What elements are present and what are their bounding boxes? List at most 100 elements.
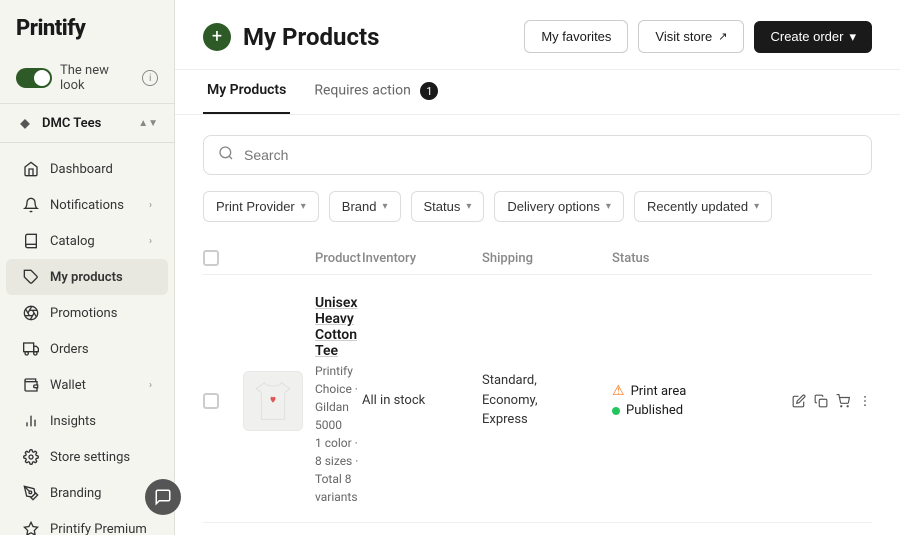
store-chevron-icon: ▲▼ (138, 118, 158, 129)
wallet-icon (22, 376, 40, 394)
sidebar-item-branding-label: Branding (50, 486, 152, 501)
store-icon: ◆ (16, 114, 34, 132)
row1-product-details: Unisex Heavy Cotton Tee Printify Choice … (315, 295, 362, 506)
app-logo: Printify (16, 16, 85, 41)
settings-icon (22, 448, 40, 466)
toggle-switch[interactable] (16, 68, 52, 88)
tab-requires-action[interactable]: Requires action 1 (310, 70, 442, 114)
sidebar-item-catalog-label: Catalog (50, 234, 139, 249)
row1-actions (792, 387, 872, 415)
store-name-label: DMC Tees (42, 116, 101, 131)
search-icon (218, 145, 234, 165)
visit-store-label: Visit store (655, 29, 712, 44)
filter-status-label: Status (424, 199, 461, 214)
row1-checkbox[interactable] (203, 393, 219, 409)
notifications-chevron-icon: › (149, 200, 152, 211)
store-name-container: ◆ DMC Tees (16, 114, 101, 132)
products-content: Print Provider ▾ Brand ▾ Status ▾ Delive… (175, 115, 900, 535)
sidebar-item-notifications[interactable]: Notifications › (6, 187, 168, 223)
row1-status: ⚠ Print area Published (612, 383, 792, 418)
th-status: Status (612, 251, 792, 266)
requires-action-badge: 1 (420, 82, 438, 100)
filter-recently-updated[interactable]: Recently updated ▾ (634, 191, 772, 222)
search-input[interactable] (244, 147, 857, 163)
row1-product-name[interactable]: Unisex Heavy Cotton Tee (315, 295, 362, 359)
row1-shipping: Standard, Economy, Express (482, 371, 612, 430)
new-look-label: The new look (60, 63, 134, 93)
filter-delivery-options[interactable]: Delivery options ▾ (494, 191, 624, 222)
filter-print-provider-label: Print Provider (216, 199, 295, 214)
store-selector[interactable]: ◆ DMC Tees ▲▼ (0, 103, 174, 143)
sidebar-item-printify-premium-label: Printify Premium (50, 522, 152, 535)
table-row: Unisex Heavy Cotton Tee Printify Choice … (203, 279, 872, 523)
sidebar-item-branding[interactable]: Branding (6, 475, 168, 511)
published-dot-icon (612, 407, 620, 415)
bell-icon (22, 196, 40, 214)
sidebar-item-wallet[interactable]: Wallet › (6, 367, 168, 403)
insights-icon (22, 412, 40, 430)
sidebar-item-promotions-label: Promotions (50, 306, 152, 321)
sidebar-item-dashboard-label: Dashboard (50, 162, 152, 177)
create-order-label: Create order (770, 29, 843, 44)
row1-product-meta: Printify Choice · Gildan 5000 1 color · … (315, 362, 362, 506)
row1-inventory: All in stock (362, 393, 482, 408)
sidebar-item-catalog[interactable]: Catalog › (6, 223, 168, 259)
filter-recently-updated-label: Recently updated (647, 199, 748, 214)
filter-brand[interactable]: Brand ▾ (329, 191, 401, 222)
tab-my-products-label: My Products (207, 82, 286, 98)
page-header: + My Products My favorites Visit store ↗… (175, 0, 900, 70)
delivery-options-chevron-icon: ▾ (606, 201, 611, 212)
row1-meta-line2: 1 color · 8 sizes · Total 8 variants (315, 436, 358, 504)
sidebar-item-store-settings[interactable]: Store settings (6, 439, 168, 475)
add-product-button[interactable]: + (203, 23, 231, 51)
page-title: My Products (243, 23, 512, 51)
filters-bar: Print Provider ▾ Brand ▾ Status ▾ Delive… (203, 191, 872, 222)
sidebar-item-insights-label: Insights (50, 414, 152, 429)
chat-bubble-button[interactable] (145, 479, 181, 515)
my-favorites-button[interactable]: My favorites (524, 20, 628, 53)
catalog-icon (22, 232, 40, 250)
logo-area: Printify (0, 0, 174, 53)
tabs-bar: My Products Requires action 1 (175, 70, 900, 115)
warning-triangle-icon: ⚠ (612, 383, 625, 399)
create-order-button[interactable]: Create order ▾ (754, 21, 872, 53)
premium-icon (22, 520, 40, 535)
sidebar-item-wallet-label: Wallet (50, 378, 139, 393)
sidebar-item-printify-premium[interactable]: Printify Premium (6, 511, 168, 535)
filter-print-provider[interactable]: Print Provider ▾ (203, 191, 319, 222)
sidebar-item-dashboard[interactable]: Dashboard (6, 151, 168, 187)
sidebar-item-promotions[interactable]: Promotions (6, 295, 168, 331)
sidebar-item-my-products[interactable]: My products (6, 259, 168, 295)
status-chevron-icon: ▾ (466, 201, 471, 212)
branding-icon (22, 484, 40, 502)
tab-requires-action-label: Requires action (314, 83, 411, 99)
row1-more-button[interactable] (858, 387, 872, 415)
new-look-toggle[interactable]: The new look i (0, 53, 174, 103)
info-icon[interactable]: i (142, 70, 158, 86)
row1-status-warning: ⚠ Print area (612, 383, 792, 399)
row1-copy-button[interactable] (814, 387, 828, 415)
filter-brand-label: Brand (342, 199, 377, 214)
create-order-chevron-icon: ▾ (849, 29, 856, 45)
filter-status[interactable]: Status ▾ (411, 191, 485, 222)
my-favorites-label: My favorites (541, 29, 611, 44)
sidebar-item-insights[interactable]: Insights (6, 403, 168, 439)
sidebar-item-orders-label: Orders (50, 342, 152, 357)
tab-my-products[interactable]: My Products (203, 70, 290, 114)
row1-cart-button[interactable] (836, 387, 850, 415)
th-shipping: Shipping (482, 251, 612, 266)
search-bar (203, 135, 872, 175)
visit-store-button[interactable]: Visit store ↗ (638, 20, 744, 53)
external-link-icon: ↗ (718, 30, 727, 43)
main-content: + My Products My favorites Visit store ↗… (175, 0, 900, 535)
select-all-checkbox[interactable] (203, 250, 219, 266)
print-provider-chevron-icon: ▾ (301, 201, 306, 212)
row1-status-warning-label: Print area (631, 384, 687, 399)
sidebar-item-my-products-label: My products (50, 270, 152, 285)
sidebar-item-store-settings-label: Store settings (50, 450, 152, 465)
sidebar-nav: Dashboard Notifications › Catalog › My p… (0, 143, 174, 535)
promotions-icon (22, 304, 40, 322)
sidebar-item-orders[interactable]: Orders (6, 331, 168, 367)
wallet-chevron-icon: › (149, 380, 152, 391)
row1-edit-button[interactable] (792, 387, 806, 415)
